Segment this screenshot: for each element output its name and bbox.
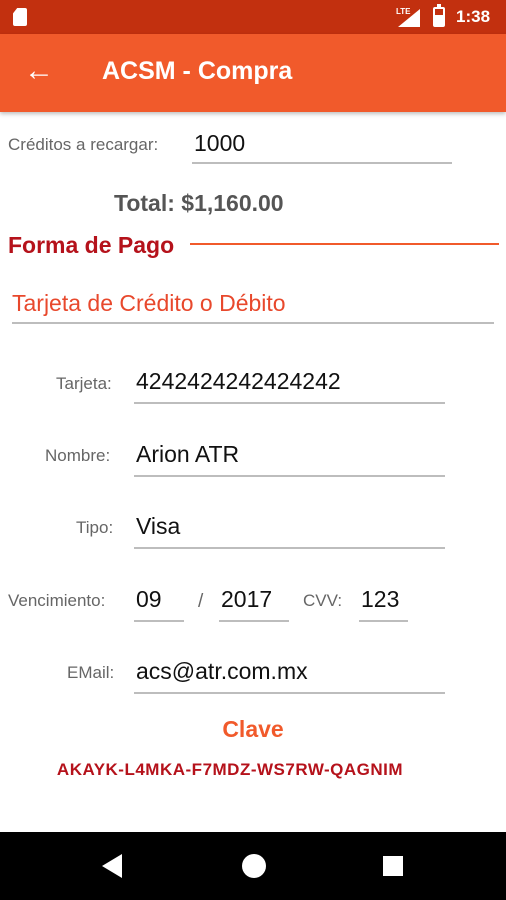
credits-label: Créditos a recargar:: [8, 135, 159, 154]
card-type-label: Tipo:: [76, 518, 114, 537]
card-name-label: Nombre:: [45, 446, 111, 465]
battery-icon: [433, 4, 445, 27]
credits-input[interactable]: 1000: [192, 128, 452, 164]
status-time: 1:38: [456, 7, 491, 26]
cvv-input[interactable]: 123: [359, 584, 408, 622]
card-type-select[interactable]: Visa: [134, 511, 445, 549]
expiry-label: Vencimiento:: [8, 591, 106, 610]
sd-card-icon: [13, 8, 27, 26]
email-input[interactable]: acs@atr.com.mx: [134, 656, 445, 694]
cvv-label: CVV:: [303, 591, 343, 610]
status-bar: LTE 1:38: [0, 0, 506, 34]
nav-recents-icon[interactable]: [383, 856, 403, 876]
total-amount: Total: $1,160.00: [114, 190, 284, 216]
clave-key: AKAYK-L4MKA-F7MDZ-WS7RW-QAGNIM: [56, 760, 404, 779]
section-divider: [190, 243, 499, 245]
payment-method-select[interactable]: Tarjeta de Crédito o Débito: [12, 288, 494, 324]
navigation-bar: [0, 832, 506, 900]
page-title: ACSM - Compra: [102, 57, 293, 85]
expiry-month-input[interactable]: 09: [134, 584, 184, 622]
lte-indicator: LTE: [396, 7, 411, 16]
clave-title: Clave: [222, 716, 284, 742]
card-number-label: Tarjeta:: [56, 374, 112, 393]
expiry-separator: /: [198, 591, 204, 612]
card-name-input[interactable]: Arion ATR: [134, 439, 445, 477]
app-bar: ← ACSM - Compra: [0, 34, 506, 112]
payment-section-title: Forma de Pago: [8, 232, 175, 258]
back-arrow-icon[interactable]: ←: [22, 54, 56, 88]
nav-home-icon[interactable]: [242, 854, 266, 878]
expiry-year-input[interactable]: 2017: [219, 584, 289, 622]
nav-back-icon[interactable]: [102, 854, 122, 878]
email-label: EMail:: [67, 663, 115, 682]
card-number-input[interactable]: 4242424242424242: [134, 366, 445, 404]
